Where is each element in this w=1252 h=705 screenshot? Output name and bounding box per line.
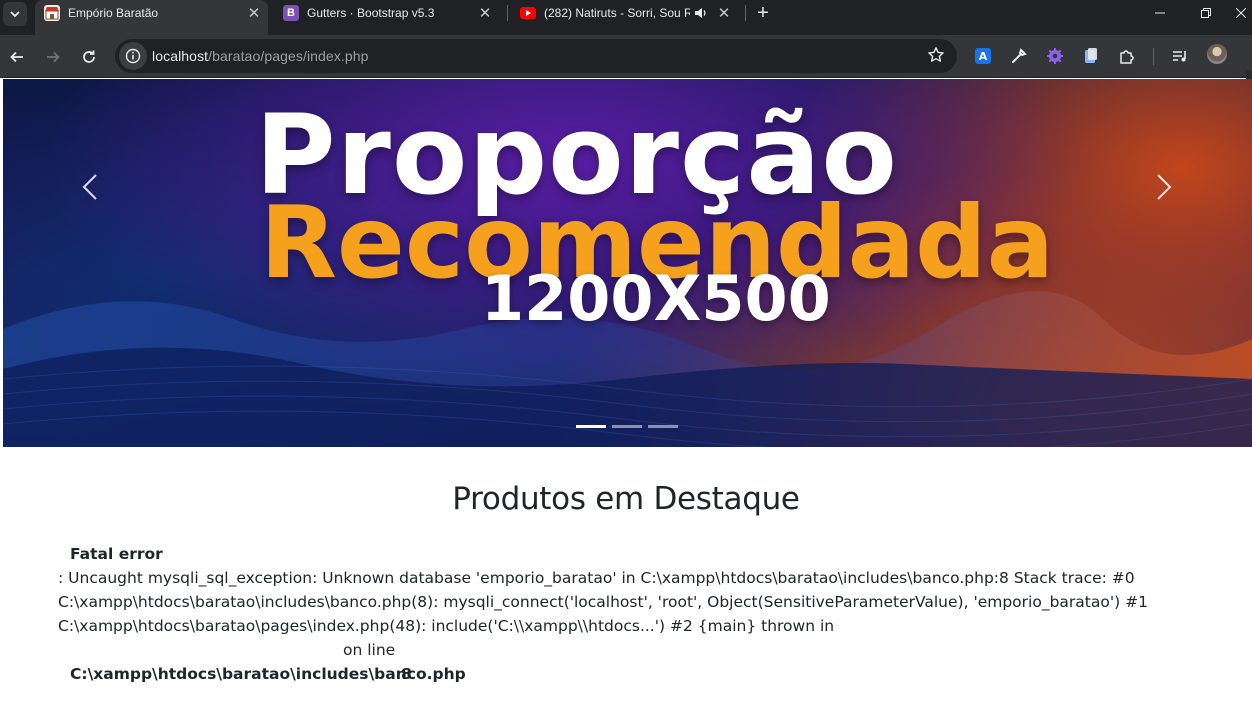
carousel-next-button[interactable] (1144, 167, 1184, 207)
carousel-indicator-3[interactable] (648, 425, 678, 428)
arrow-left-icon (10, 51, 23, 63)
bookmark-button[interactable] (927, 46, 945, 69)
plus-icon: + (757, 1, 769, 24)
media-control-button[interactable] (1169, 45, 1191, 67)
carousel-prev-button[interactable] (70, 167, 110, 207)
tab-title: Gutters · Bootstrap v5.3 (307, 6, 435, 20)
tab-title: Empório Baratão (68, 6, 159, 20)
section-title: Produtos em Destaque (452, 481, 800, 517)
puzzle-icon (1120, 50, 1134, 64)
banner-line-3: 1200X500 (481, 262, 831, 335)
close-window-button[interactable] (1229, 0, 1252, 26)
reload-icon (83, 50, 95, 63)
extensions-button[interactable] (1116, 45, 1138, 67)
star-icon (928, 47, 944, 62)
url-path: /baratao/pages/index.php (208, 48, 369, 64)
chevron-down-icon (10, 11, 20, 18)
error-message-line-1: : Uncaught mysqli_sql_exception: Unknown… (58, 569, 1135, 587)
chevron-right-icon (1157, 174, 1172, 200)
error-message-line-3: C:\xampp\htdocs\baratao\pages\index.php(… (58, 617, 835, 635)
minimize-button[interactable] (1137, 0, 1183, 26)
eyedropper-extension-button[interactable] (1008, 45, 1030, 67)
profile-avatar[interactable] (1207, 44, 1227, 64)
tab-youtube[interactable]: (282) Natiruts - Sorri, Sou Rei ✕ (518, 0, 740, 26)
chevron-left-icon (82, 174, 97, 200)
translate-icon: A (975, 48, 991, 64)
close-tab-icon[interactable]: ✕ (246, 5, 262, 22)
new-tab-button[interactable]: + (740, 0, 786, 26)
url-host: localhost (152, 48, 209, 64)
back-button[interactable] (3, 43, 31, 71)
tab-bootstrap[interactable]: B Gutters · Bootstrap v5.3 ✕ (281, 0, 497, 26)
arrow-right-icon (47, 51, 60, 63)
error-line-number: 8 (401, 665, 412, 683)
eyedropper-icon (1012, 48, 1027, 63)
error-message-line-2: C:\xampp\htdocs\baratao\includes\banco.p… (58, 593, 1148, 611)
restore-icon (1201, 8, 1211, 18)
clipboard-icon (1085, 48, 1097, 63)
close-tab-icon[interactable]: ✕ (477, 5, 493, 22)
carousel-indicator-2[interactable] (612, 425, 642, 428)
playlist-music-icon (1173, 51, 1186, 62)
youtube-favicon-icon (520, 7, 536, 19)
translate-extension-button[interactable]: A (972, 45, 994, 67)
hero-carousel: Proporção Recomendada 1200X500 (3, 79, 1252, 447)
close-icon (1235, 8, 1246, 18)
site-info-button[interactable] (119, 42, 147, 70)
tab-title: (282) Natiruts - Sorri, Sou Rei (544, 6, 690, 20)
address-bar[interactable]: localhost/baratao/pages/index.php (115, 39, 957, 73)
tab-strip: Empório Baratão ✕ B Gutters · Bootstrap … (0, 0, 1252, 35)
store-favicon-icon (44, 5, 60, 21)
toolbar-separator (1153, 48, 1154, 65)
error-on-line-label: on line (343, 641, 396, 659)
url-text: localhost/baratao/pages/index.php (152, 48, 369, 64)
tab-emporio[interactable]: Empório Baratão ✕ (35, 0, 268, 35)
info-icon (125, 48, 141, 64)
carousel-indicator-1[interactable] (576, 425, 606, 428)
gear-extension-button[interactable] (1044, 45, 1066, 67)
close-tab-icon[interactable]: ✕ (716, 5, 732, 22)
speaker-icon[interactable] (694, 6, 708, 20)
reload-button[interactable] (75, 43, 103, 71)
tab-separator (507, 5, 508, 21)
browser-toolbar: localhost/baratao/pages/index.php A (0, 35, 1252, 113)
bootstrap-favicon-icon: B (283, 5, 299, 21)
clipboard-extension-button[interactable] (1080, 45, 1102, 67)
tab-search-button[interactable] (3, 2, 27, 26)
minimize-icon (1155, 12, 1165, 14)
gear-icon (1047, 48, 1063, 64)
forward-button[interactable] (39, 43, 67, 71)
error-heading: Fatal error (70, 545, 163, 563)
svg-text:A: A (979, 50, 988, 63)
restore-button[interactable] (1183, 0, 1229, 26)
